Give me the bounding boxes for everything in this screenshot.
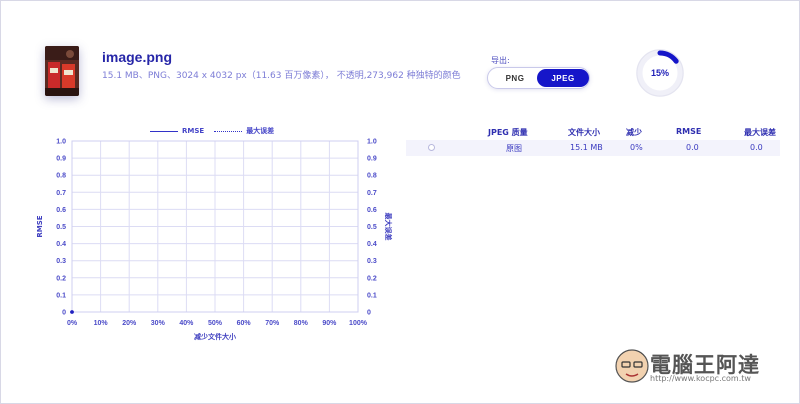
cell-rmse: 0.0: [686, 143, 699, 152]
y-tick-label-left: 0.7: [56, 190, 66, 197]
y-tick-label-left: 0.8: [56, 173, 66, 180]
x-tick-label: 70%: [265, 320, 280, 327]
y-tick-label-left: 0.3: [56, 258, 66, 265]
y-tick-label-right: 0: [367, 310, 371, 317]
x-tick-label: 20%: [122, 320, 137, 327]
header-max-error: 最大误差: [744, 128, 776, 137]
x-tick-label: 60%: [237, 320, 252, 327]
table-row[interactable]: 原图 15.1 MB 0% 0.0 0.0: [406, 140, 780, 156]
header-reduction: 减少: [626, 128, 642, 137]
x-tick-label: 100%: [349, 320, 368, 327]
x-tick-label: 10%: [94, 320, 109, 327]
x-tick-label: 90%: [322, 320, 337, 327]
header-rmse: RMSE: [676, 127, 702, 136]
y-tick-label-right: 0.3: [367, 258, 377, 265]
y-tick-label-left: 0: [62, 310, 66, 317]
x-axis-title: 减少文件大小: [194, 332, 236, 341]
x-tick-label: 80%: [294, 320, 309, 327]
x-tick-label: 30%: [151, 320, 166, 327]
y-tick-label-left: 0.4: [56, 241, 66, 248]
y-tick-label-right: 0.9: [367, 156, 377, 163]
format-jpeg-button[interactable]: JPEG: [537, 69, 589, 87]
x-tick-label: 0%: [67, 320, 78, 327]
watermark-url: http://www.kocpc.com.tw: [650, 374, 751, 383]
rmse-chart: 0% 10% 20% 30% 40% 50% 60% 70% 80% 90% 100% 0 0 0.1 0.…: [36, 139, 393, 342]
y-tick-label-left: 0.2: [56, 275, 66, 282]
y-tick-label-right: 0.2: [367, 275, 377, 282]
y-axis-title-right: 最大误差: [384, 213, 393, 241]
image-thumbnail: [45, 46, 79, 96]
y-tick-label-right: 1.0: [367, 139, 377, 146]
y-tick-label-right: 0.4: [367, 241, 377, 248]
x-tick-label: 50%: [208, 320, 223, 327]
cell-reduction: 0%: [630, 143, 643, 152]
format-png-button[interactable]: PNG: [490, 69, 540, 87]
y-tick-label-left: 0.6: [56, 207, 66, 214]
y-tick-label-right: 0.7: [367, 190, 377, 197]
x-tick-label: 40%: [179, 320, 194, 327]
table-header-row: JPEG 质量 文件大小 减少 RMSE 最大误差: [406, 124, 780, 140]
y-tick-label-left: 0.1: [56, 292, 66, 299]
y-tick-label-right: 0.5: [367, 224, 377, 231]
cell-file-size: 15.1 MB: [570, 143, 603, 152]
header-jpeg-quality: JPEG 质量: [488, 128, 528, 137]
file-details: 15.1 MB、PNG、3024 x 4032 px（11.63 百万像素）， …: [102, 71, 461, 81]
max-error-point: [70, 310, 74, 314]
y-tick-label-left: 0.9: [56, 156, 66, 163]
header-file-size: 文件大小: [568, 128, 600, 137]
quality-table: JPEG 质量 文件大小 减少 RMSE 最大误差 原图 15.1 MB 0% …: [406, 124, 780, 156]
y-tick-label-left: 1.0: [56, 139, 66, 146]
y-axis-title-left: RMSE: [36, 215, 44, 237]
format-toggle: PNG JPEG: [487, 67, 590, 89]
file-name: image.png: [102, 49, 173, 65]
y-tick-label-right: 0.1: [367, 292, 377, 299]
cell-max-error: 0.0: [750, 143, 763, 152]
y-tick-label-right: 0.8: [367, 173, 377, 180]
export-label: 导出:: [491, 56, 510, 65]
progress-percent: 15%: [650, 68, 669, 78]
row-select-radio[interactable]: [428, 144, 435, 151]
cell-quality: 原图: [506, 144, 522, 153]
y-tick-label-left: 0.5: [56, 224, 66, 231]
y-tick-label-right: 0.6: [367, 207, 377, 214]
